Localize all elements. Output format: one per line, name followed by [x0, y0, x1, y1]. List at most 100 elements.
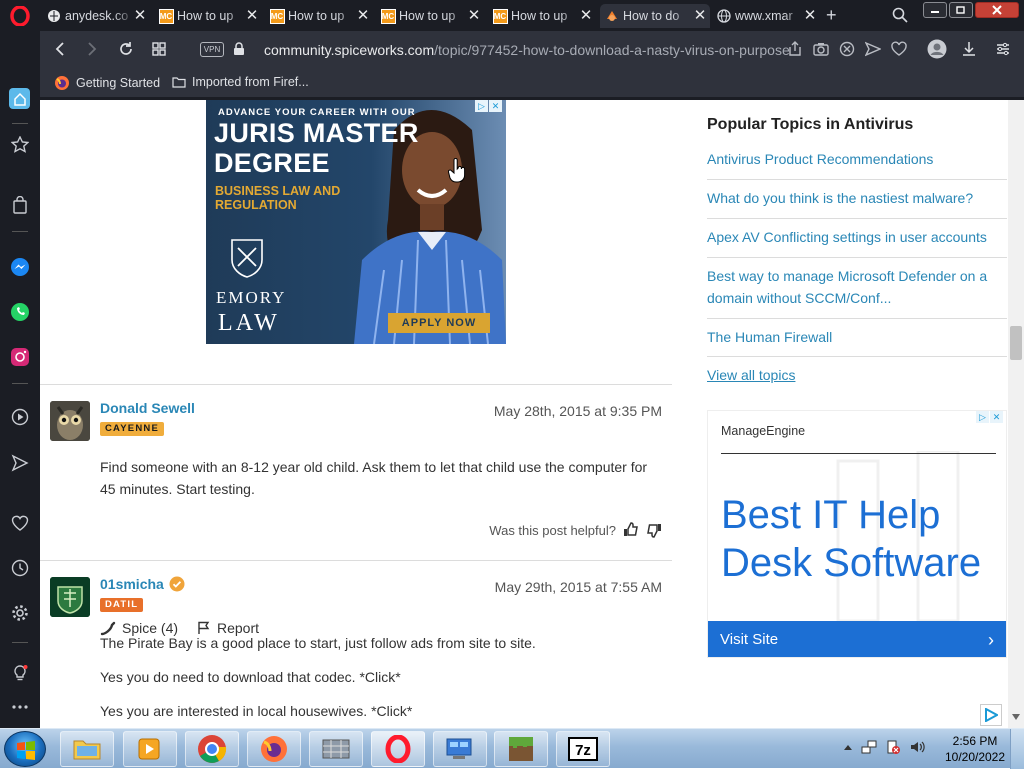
volume-icon[interactable]	[909, 739, 925, 755]
windows-logo-icon	[17, 741, 35, 760]
topic-link[interactable]: Antivirus Product Recommendations	[707, 148, 1007, 180]
lock-icon[interactable]	[233, 42, 245, 56]
messenger-icon[interactable]	[9, 256, 31, 278]
taskbar-chrome[interactable]	[185, 731, 239, 767]
opera-menu-icon[interactable]	[10, 6, 30, 26]
ad-apply-button[interactable]: APPLY NOW	[388, 313, 490, 333]
tab-close-icon[interactable]: ✕	[466, 8, 482, 24]
easy-setup-icon[interactable]	[995, 41, 1011, 57]
tab-close-icon[interactable]: ✕	[132, 8, 148, 24]
forward-icon[interactable]	[86, 41, 98, 57]
snapshot-icon[interactable]	[813, 41, 829, 57]
show-desktop-button[interactable]	[1010, 729, 1024, 769]
manageengine-ad[interactable]: ManageEngine Best IT Help Desk Software V…	[707, 410, 1007, 658]
avatar[interactable]	[50, 577, 90, 617]
vpn-badge[interactable]: VPN	[200, 42, 224, 57]
thumbs-down-icon[interactable]	[646, 522, 662, 538]
adchoices-icon[interactable]: ▷ ✕	[475, 100, 502, 112]
minimize-icon[interactable]	[923, 2, 947, 18]
tray-expand-icon[interactable]	[843, 743, 853, 751]
ad-headline-line2: DEGREE	[214, 148, 330, 178]
mc-icon: MC	[492, 8, 508, 24]
chevron-right-icon: ›	[988, 630, 994, 650]
home-icon[interactable]	[9, 88, 30, 109]
tab-search-icon[interactable]	[892, 7, 908, 23]
download-icon[interactable]	[961, 41, 977, 57]
tips-bulb-icon[interactable]	[9, 662, 31, 684]
avatar[interactable]	[50, 401, 90, 441]
view-all-topics-link[interactable]: View all topics	[707, 364, 1007, 386]
more-dots-icon[interactable]	[9, 696, 31, 718]
taskbar-app-grid[interactable]	[309, 731, 363, 767]
taskbar-7zip[interactable]: 7z	[556, 731, 610, 767]
bookmark-getting-started[interactable]: Getting Started	[54, 75, 160, 91]
tab-how-to-1[interactable]: MC How to up ✕	[158, 4, 262, 28]
tabs-grid-icon[interactable]	[151, 41, 167, 57]
tab-close-icon[interactable]: ✕	[802, 8, 818, 24]
taskbar-minecraft[interactable]	[494, 731, 548, 767]
flow-send-icon[interactable]	[9, 452, 31, 474]
tab-how-to-4[interactable]: MC How to up ✕	[492, 4, 596, 28]
tab-xmar[interactable]: www.xmar ✕	[716, 4, 820, 28]
taskbar-explorer[interactable]	[60, 731, 114, 767]
taskbar-clock[interactable]: 2:56 PM 10/20/2022	[944, 733, 1006, 765]
profile-avatar-icon[interactable]	[927, 39, 947, 59]
tab-close-icon[interactable]: ✕	[578, 8, 594, 24]
taskbar-opera[interactable]	[371, 731, 425, 767]
page-scrollbar[interactable]	[1008, 100, 1024, 728]
visit-site-button[interactable]: Visit Site ›	[708, 621, 1006, 657]
author-name[interactable]: 01smicha	[100, 576, 164, 592]
scroll-down-icon[interactable]	[1012, 714, 1020, 720]
post-author[interactable]: Donald Sewell	[100, 400, 195, 416]
action-center-icon[interactable]	[885, 739, 901, 755]
topic-link[interactable]: What do you think is the nastiest malwar…	[707, 187, 1007, 219]
mc-icon: MC	[380, 8, 396, 24]
whatsapp-icon[interactable]	[9, 301, 31, 323]
author-name[interactable]: Donald Sewell	[100, 400, 195, 416]
tab-close-icon[interactable]: ✕	[692, 8, 708, 24]
new-tab-icon[interactable]: +	[826, 6, 837, 24]
player-icon[interactable]	[9, 406, 31, 428]
network-icon[interactable]	[861, 739, 877, 755]
bookmark-imported-folder[interactable]: Imported from Firef...	[172, 75, 309, 89]
tab-title: How to up	[399, 9, 456, 23]
restore-icon[interactable]	[949, 2, 973, 18]
topic-link[interactable]: Apex AV Conflicting settings in user acc…	[707, 226, 1007, 258]
history-icon[interactable]	[9, 557, 31, 579]
send-icon[interactable]	[865, 41, 881, 57]
pinboard-icon[interactable]	[9, 134, 31, 156]
topic-link[interactable]: Best way to manage Microsoft Defender on…	[707, 265, 1007, 319]
start-button[interactable]	[4, 731, 46, 767]
taskbar-firefox[interactable]	[247, 731, 301, 767]
tab-close-icon[interactable]: ✕	[355, 8, 371, 24]
url-field[interactable]: community.spiceworks.com/topic/977452-ho…	[264, 42, 790, 58]
bookmarks-heart-icon[interactable]	[9, 512, 31, 534]
settings-gear-icon[interactable]	[9, 602, 31, 624]
close-window-icon[interactable]	[975, 2, 1019, 18]
instagram-icon[interactable]	[9, 346, 31, 368]
scrollbar-thumb[interactable]	[1010, 326, 1022, 360]
tab-how-to-3[interactable]: MC How to up ✕	[380, 4, 484, 28]
popular-topics-heading: Popular Topics in Antivirus	[707, 116, 914, 133]
emory-law-ad[interactable]: ADVANCE YOUR CAREER WITH OUR JURIS MASTE…	[206, 100, 506, 344]
ad-brand-emory: EMORY	[216, 288, 287, 307]
system-tray	[843, 739, 925, 755]
adblock-icon[interactable]	[839, 41, 855, 57]
taskbar-media-player[interactable]	[123, 731, 177, 767]
reload-icon[interactable]	[118, 41, 134, 57]
tab-spiceworks-active[interactable]: How to do ✕	[600, 4, 710, 28]
share-icon[interactable]	[787, 41, 803, 57]
adchoices-icon[interactable]: ▷ ✕	[976, 411, 1003, 423]
tab-title: How to up	[288, 9, 345, 23]
taskbar-control-panel[interactable]	[433, 731, 487, 767]
tab-close-icon[interactable]: ✕	[244, 8, 260, 24]
thumbs-up-icon[interactable]	[623, 522, 639, 538]
heart-icon[interactable]	[891, 41, 907, 57]
tab-how-to-2[interactable]: MC How to up ✕	[269, 4, 373, 28]
topic-link[interactable]: The Human Firewall	[707, 326, 1007, 357]
adchoices-triangle-icon[interactable]	[980, 704, 1002, 726]
back-icon[interactable]	[54, 41, 66, 57]
shopping-bag-icon[interactable]	[9, 194, 31, 216]
tab-anydesk[interactable]: anydesk.co ✕	[46, 4, 150, 28]
post-author[interactable]: 01smicha	[100, 576, 185, 592]
